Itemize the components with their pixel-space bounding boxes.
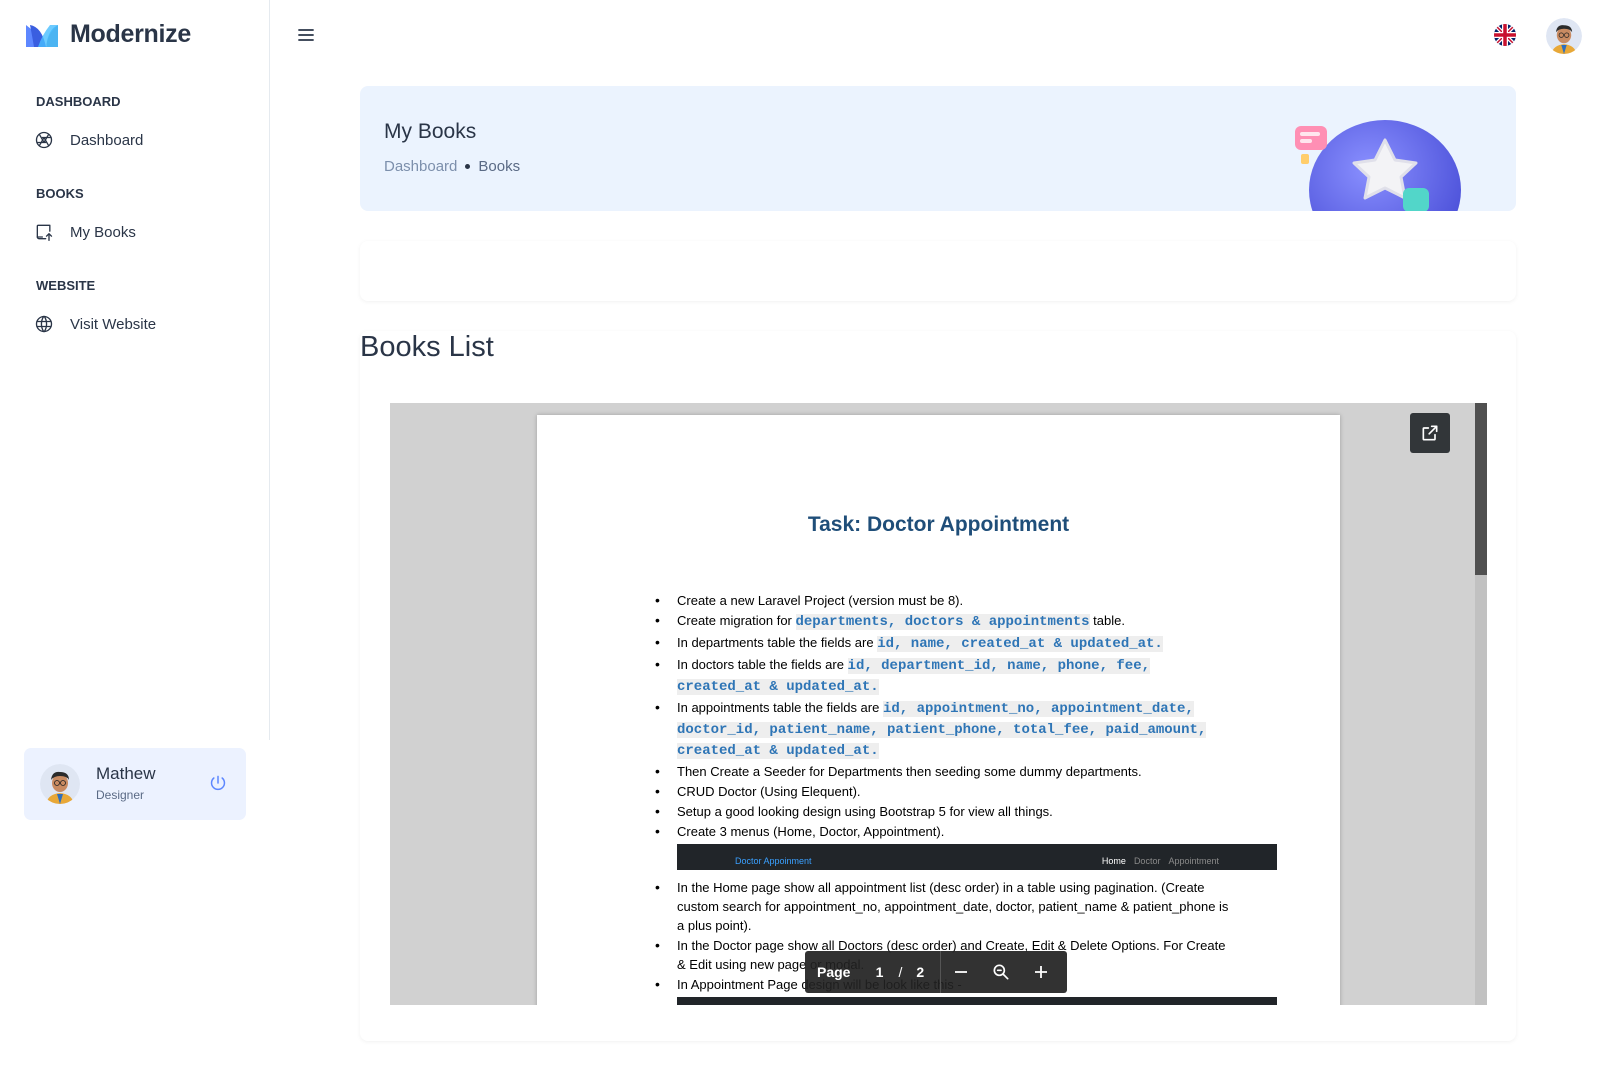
pdf-list-item: Setup a good looking design using Bootst… (655, 802, 1237, 821)
breadcrumb-current: Books (478, 158, 521, 175)
hamburger-menu-icon[interactable] (296, 26, 316, 44)
pdf-toolbar: Page 1 / 2 (805, 951, 1067, 993)
text-span: Setup a good looking design using Bootst… (677, 804, 1053, 819)
pdf-list-item: Create migration for departments, doctor… (655, 611, 1237, 632)
navbar-link: Appointment (1168, 856, 1219, 866)
sidebar-item-label: My Books (70, 223, 136, 241)
open-external-icon (1422, 425, 1438, 441)
power-icon[interactable] (208, 773, 228, 793)
profile-name: Mathew (96, 764, 156, 783)
text-span: table. (1089, 613, 1125, 628)
zoom-icon (993, 964, 1009, 980)
text-span: In appointments table the fields are (677, 700, 883, 715)
zoom-in-button[interactable] (1021, 951, 1061, 993)
sidebar-item-visit-website[interactable]: Visit Website (34, 314, 156, 334)
pdf-viewer[interactable]: Task: Doctor Appointment Create a new La… (390, 403, 1487, 1005)
navbar-links: Home Doctor Appointment (1102, 852, 1219, 871)
star-chat-illustration (1295, 120, 1461, 211)
section-title-website: WEBSITE (36, 278, 96, 293)
plus-icon (1035, 966, 1048, 978)
code-span: departments, doctors & appointments (795, 614, 1090, 630)
pdf-list-item: Create 3 menus (Home, Doctor, Appointmen… (655, 822, 1237, 841)
breadcrumb-link-dashboard[interactable]: Dashboard (384, 158, 457, 175)
text-span: Create a new Laravel Project (version mu… (677, 593, 964, 608)
page-title: My Books (384, 120, 477, 143)
pdf-navbar-screenshot: Doctor Appoinment Home Doctor Appointment (677, 844, 1277, 870)
user-avatar[interactable] (1546, 18, 1582, 54)
text-span: In departments table the fields are (677, 635, 878, 650)
pdf-list-item: In departments table the fields are id, … (655, 633, 1237, 654)
pdf-task-list: Create a new Laravel Project (version mu… (655, 591, 1277, 1005)
text-span: In the Home page show all appointment li… (677, 880, 1229, 933)
open-external-button[interactable] (1410, 413, 1450, 453)
pdf-list-item: In the Home page show all appointment li… (655, 878, 1237, 935)
books-list-title: Books List (360, 331, 494, 363)
breadcrumb: Dashboard Books (384, 158, 520, 175)
pdf-list-item: In doctors table the fields are id, depa… (655, 655, 1237, 697)
profile-card: Mathew Designer (24, 748, 246, 820)
zoom-out-button[interactable] (941, 951, 981, 993)
page-separator: / (898, 964, 903, 980)
page-header-banner: My Books Dashboard Books (360, 86, 1516, 211)
pdf-scrollbar-thumb[interactable] (1475, 403, 1487, 575)
section-title-dashboard: DASHBOARD (36, 94, 121, 109)
text-span: In doctors table the fields are (677, 657, 848, 672)
logo-text: Modernize (70, 20, 191, 48)
pdf-page: Task: Doctor Appointment Create a new La… (537, 415, 1340, 1005)
pdf-list-item: In appointments table the fields are id,… (655, 698, 1237, 761)
sidebar-item-label: Visit Website (70, 315, 157, 333)
aperture-icon (35, 131, 53, 149)
logo-icon (26, 24, 58, 47)
filter-card (360, 241, 1516, 301)
text-span: Then Create a Seeder for Departments the… (677, 764, 1142, 779)
minus-icon (955, 971, 968, 973)
sidebar-item-dashboard[interactable]: Dashboard (34, 130, 143, 150)
total-pages: 2 (916, 964, 925, 980)
uk-flag-icon[interactable] (1494, 24, 1516, 46)
pdf-heading: Task: Doctor Appointment (807, 513, 1070, 536)
section-title-books: BOOKS (36, 186, 84, 201)
pdf-navbar-screenshot: Doctor AppoinmentHomeDoctorAppointment (677, 997, 1277, 1005)
code-span: id, name, created_at & updated_at. (877, 636, 1163, 652)
sidebar-item-label: Dashboard (70, 131, 144, 149)
text-span: Create migration for (677, 613, 796, 628)
pdf-list-item: Then Create a Seeder for Departments the… (655, 762, 1237, 781)
current-page-input[interactable]: 1 (872, 964, 886, 980)
logo[interactable]: Modernize (24, 20, 191, 49)
page-label: Page (817, 964, 851, 980)
sidebar: Modernize DASHBOARD Dashboard BOOKS My B… (0, 0, 270, 740)
avatar (40, 764, 80, 804)
book-upload-icon (36, 224, 53, 241)
profile-role: Designer (96, 788, 145, 802)
navbar-link: Doctor (1133, 856, 1161, 866)
fit-zoom-button[interactable] (981, 951, 1021, 993)
pdf-list-item: Create a new Laravel Project (version mu… (655, 591, 1237, 610)
breadcrumb-separator (465, 164, 471, 169)
globe-icon (35, 315, 53, 333)
text-span: CRUD Doctor (Using Elequent). (677, 784, 861, 799)
pdf-scrollbar[interactable] (1475, 403, 1487, 1005)
pdf-list-item: CRUD Doctor (Using Elequent). (655, 782, 1237, 801)
navbar-link: Home (1101, 856, 1126, 866)
sidebar-item-my-books[interactable]: My Books (34, 222, 136, 242)
navbar-brand: Doctor Appoinment (735, 856, 812, 866)
text-span: Create 3 menus (Home, Doctor, Appointmen… (677, 824, 945, 839)
